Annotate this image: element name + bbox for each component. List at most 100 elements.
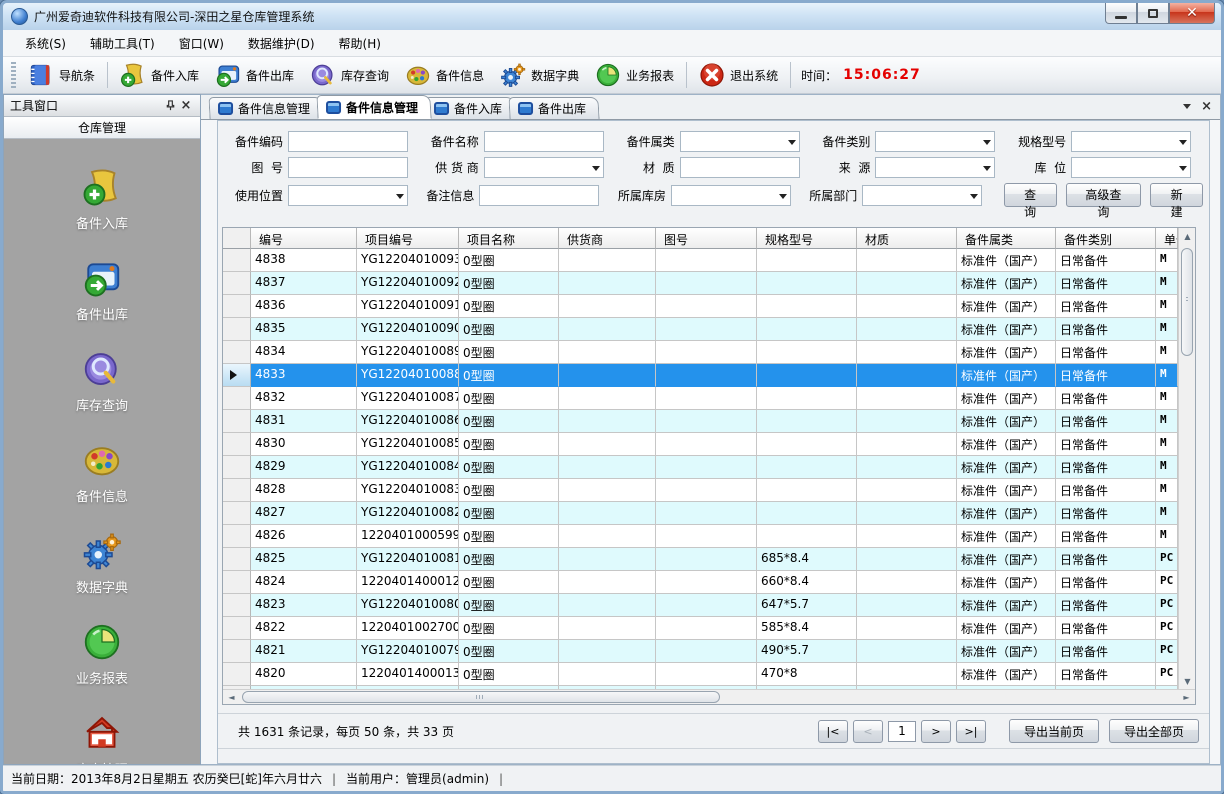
table-row[interactable]: 4826 1220401000599 0型圈 标准件（国产） 日常备件 M [223, 525, 1178, 548]
table-row[interactable]: 4828 YG12204010083 0型圈 标准件（国产） 日常备件 M [223, 479, 1178, 502]
prev-page-button[interactable]: < [853, 720, 883, 743]
toolbar-navbar-button[interactable]: 导航条 [20, 59, 103, 91]
table-row[interactable]: 4830 YG12204010085 0型圈 标准件（国产） 日常备件 M [223, 433, 1178, 456]
row-selector-cell[interactable] [223, 364, 251, 387]
export-all-pages-button[interactable]: 导出全部页 [1109, 719, 1199, 743]
part-category-select[interactable] [680, 131, 800, 152]
sidebar-item-stock-search[interactable]: 库存查询 [76, 349, 128, 414]
export-current-page-button[interactable]: 导出当前页 [1009, 719, 1099, 743]
menu-data-maintenance[interactable]: 数据维护(D) [236, 31, 327, 56]
table-row[interactable]: 4821 YG12204010079 0型圈 490*5.7 标准件（国产） 日… [223, 640, 1178, 663]
column-header-spec[interactable]: 规格型号 [757, 228, 857, 249]
column-header-material[interactable]: 材质 [857, 228, 957, 249]
row-selector-cell[interactable] [223, 525, 251, 548]
sidebar-close-icon[interactable]: × [178, 98, 194, 114]
horizontal-scrollbar[interactable]: ◄ ► [223, 689, 1195, 704]
table-row[interactable]: 4829 YG12204010084 0型圈 标准件（国产） 日常备件 M [223, 456, 1178, 479]
tab-parts-info-manage-2[interactable]: 备件信息管理 [316, 95, 431, 119]
horizontal-scrollbar-thumb[interactable] [242, 691, 720, 703]
tab-parts-info-manage-1[interactable]: 备件信息管理 [208, 97, 323, 119]
vertical-scrollbar-thumb[interactable] [1181, 248, 1193, 356]
row-selector-cell[interactable] [223, 341, 251, 364]
row-selector-cell[interactable] [223, 456, 251, 479]
column-header-project-name[interactable]: 项目名称 [459, 228, 559, 249]
toolbar-exit-button[interactable]: 退出系统 [691, 59, 786, 91]
row-selector-cell[interactable] [223, 295, 251, 318]
menu-system[interactable]: 系统(S) [13, 31, 78, 56]
source-select[interactable] [875, 157, 995, 178]
toolbar-parts-outbound-button[interactable]: 备件出库 [207, 59, 302, 91]
pin-icon[interactable] [162, 98, 178, 114]
scroll-down-icon[interactable]: ▼ [1179, 673, 1196, 689]
menu-window[interactable]: 窗口(W) [167, 31, 236, 56]
table-row[interactable]: 4838 YG12204010093 0型圈 标准件（国产） 日常备件 M [223, 249, 1178, 272]
sidebar-item-warehouse-manage[interactable]: 库房管理 [76, 713, 128, 764]
use-position-select[interactable] [288, 185, 408, 206]
row-selector-cell[interactable] [223, 433, 251, 456]
part-name-input[interactable] [484, 131, 604, 152]
row-selector-cell[interactable] [223, 663, 251, 686]
menu-help[interactable]: 帮助(H) [327, 31, 393, 56]
column-header-figure-no[interactable]: 图号 [656, 228, 757, 249]
table-row[interactable]: 4836 YG12204010091 0型圈 标准件（国产） 日常备件 M [223, 295, 1178, 318]
row-selector-cell[interactable] [223, 410, 251, 433]
table-row[interactable]: 4835 YG12204010090 0型圈 标准件（国产） 日常备件 M [223, 318, 1178, 341]
part-type-select[interactable] [875, 131, 995, 152]
warehouse-select[interactable] [671, 185, 791, 206]
column-header-unit[interactable]: 单位 [1156, 228, 1178, 249]
tab-parts-inbound[interactable]: 备件入库 [424, 97, 515, 119]
row-selector-cell[interactable] [223, 640, 251, 663]
table-row[interactable]: 4825 YG12204010081 0型圈 685*8.4 标准件（国产） 日… [223, 548, 1178, 571]
row-selector-cell[interactable] [223, 479, 251, 502]
supplier-select[interactable] [484, 157, 604, 178]
row-selector-cell[interactable] [223, 594, 251, 617]
column-header-id[interactable]: 编号 [251, 228, 357, 249]
material-input[interactable] [680, 157, 800, 178]
column-header-category[interactable]: 备件属类 [957, 228, 1056, 249]
table-row[interactable]: 4822 1220401002700 0型圈 585*8.4 标准件（国产） 日… [223, 617, 1178, 640]
menu-tools[interactable]: 辅助工具(T) [78, 31, 167, 56]
toolbar-stock-search-button[interactable]: 库存查询 [302, 59, 397, 91]
last-page-button[interactable]: >| [956, 720, 986, 743]
table-row[interactable]: 4831 YG12204010086 0型圈 标准件（国产） 日常备件 M [223, 410, 1178, 433]
column-header-supplier[interactable]: 供货商 [559, 228, 656, 249]
sidebar-item-parts-outbound[interactable]: 备件出库 [76, 258, 128, 323]
table-row[interactable]: 4837 YG12204010092 0型圈 标准件（国产） 日常备件 M [223, 272, 1178, 295]
spec-model-select[interactable] [1071, 131, 1191, 152]
scroll-up-icon[interactable]: ▲ [1179, 228, 1196, 244]
sidebar-group-header[interactable]: 仓库管理 [4, 117, 200, 139]
toolbar-data-dictionary-button[interactable]: 数据字典 [492, 59, 587, 91]
row-selector-cell[interactable] [223, 318, 251, 341]
toolbar-parts-info-button[interactable]: 备件信息 [397, 59, 492, 91]
department-select[interactable] [862, 185, 982, 206]
table-row[interactable]: 4834 YG12204010089 0型圈 标准件（国产） 日常备件 M [223, 341, 1178, 364]
figure-no-input[interactable] [288, 157, 408, 178]
new-button[interactable]: 新建 [1150, 183, 1203, 207]
remark-input[interactable] [479, 185, 599, 206]
row-selector-cell[interactable] [223, 617, 251, 640]
vertical-scrollbar[interactable]: ▲ ▼ [1178, 228, 1195, 689]
sidebar-item-parts-inbound[interactable]: 备件入库 [76, 167, 128, 232]
sidebar-item-business-report[interactable]: 业务报表 [76, 622, 128, 687]
page-number-input[interactable] [888, 721, 916, 742]
part-code-input[interactable] [288, 131, 408, 152]
advanced-query-button[interactable]: 高级查询 [1066, 183, 1142, 207]
location-select[interactable] [1071, 157, 1191, 178]
tab-list-dropdown-icon[interactable] [1183, 104, 1191, 109]
row-selector-cell[interactable] [223, 571, 251, 594]
minimize-button[interactable] [1105, 3, 1137, 24]
scroll-left-icon[interactable]: ◄ [223, 690, 240, 705]
table-row[interactable]: 4833 YG12204010088 0型圈 标准件（国产） 日常备件 M [223, 364, 1178, 387]
row-selector-cell[interactable] [223, 387, 251, 410]
close-button[interactable]: ✕ [1169, 3, 1215, 24]
table-row[interactable]: 4832 YG12204010087 0型圈 标准件（国产） 日常备件 M [223, 387, 1178, 410]
query-button[interactable]: 查询 [1004, 183, 1057, 207]
scroll-right-icon[interactable]: ► [1178, 690, 1195, 705]
sidebar-item-parts-info[interactable]: 备件信息 [76, 440, 128, 505]
toolbar-grip[interactable] [11, 62, 16, 88]
row-selector-cell[interactable] [223, 502, 251, 525]
column-header-project-code[interactable]: 项目编号 [357, 228, 459, 249]
toolbar-business-report-button[interactable]: 业务报表 [587, 59, 682, 91]
tab-parts-outbound[interactable]: 备件出库 [508, 97, 599, 119]
column-header-type[interactable]: 备件类别 [1056, 228, 1156, 249]
